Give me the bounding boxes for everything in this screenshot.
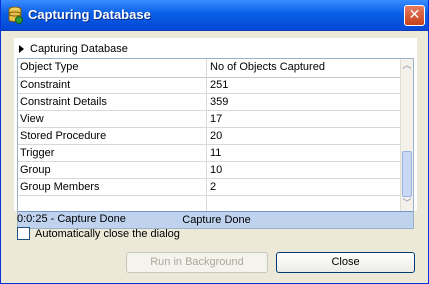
database-icon [7,6,23,24]
objects-captured-cell: 10 [210,164,223,176]
capture-dialog: Capturing Database ✕ Capturing Database … [0,0,429,284]
section-title: Capturing Database [30,43,128,55]
object-type-cell: Group [20,164,51,176]
capture-panel: Capturing Database Object Type No of Obj… [14,38,417,229]
auto-close-label[interactable]: Automatically close the dialog [35,228,180,240]
elapsed-status-text: 0:0:25 - Capture Done [17,213,126,225]
column-header-objects-captured[interactable]: No of Objects Captured [210,61,325,73]
close-button[interactable]: Close [276,252,415,273]
table-header: Object Type No of Objects Captured [18,59,404,78]
object-type-cell: Constraint Details [20,96,107,108]
table-row[interactable]: Group 10 [18,162,404,179]
table-row[interactable]: Trigger 11 [18,145,404,162]
run-in-background-button[interactable]: Run in Background [126,252,268,273]
objects-captured-cell: 359 [210,96,229,108]
window-close-button[interactable]: ✕ [404,5,425,26]
scroll-down-icon[interactable]: ﹀ [401,197,413,211]
object-type-cell: View [20,113,44,125]
table-row[interactable]: Stored Procedure 20 [18,128,404,145]
objects-captured-cell: 251 [210,79,229,91]
objects-captured-cell: 20 [210,130,223,142]
object-type-cell: Stored Procedure [20,130,107,142]
table-body: Constraint 251 Constraint Details 359 Vi… [18,77,404,196]
object-type-cell: Constraint [20,79,71,91]
expand-triangle-icon[interactable] [19,45,24,53]
table-row[interactable]: Group Members 2 [18,179,404,196]
window-title: Capturing Database [28,7,151,22]
table-row[interactable]: View 17 [18,111,404,128]
objects-captured-cell: 2 [210,181,217,193]
auto-close-checkbox[interactable] [17,227,30,240]
column-header-object-type[interactable]: Object Type [20,61,79,73]
section-header[interactable]: Capturing Database [19,42,128,56]
title-bar[interactable]: Capturing Database ✕ [1,0,428,31]
objects-table: Object Type No of Objects Captured Const… [17,58,414,229]
table-vertical-scrollbar[interactable]: ︿ ﹀ [400,59,413,228]
object-type-cell: Group Members [20,181,100,193]
object-type-cell: Trigger [20,147,55,159]
scrollbar-thumb[interactable] [402,151,412,197]
objects-captured-cell: 11 [210,147,222,159]
table-row[interactable]: Constraint 251 [18,77,404,94]
scroll-up-icon[interactable]: ︿ [401,59,413,73]
table-row[interactable]: Constraint Details 359 [18,94,404,111]
auto-close-option[interactable]: Automatically close the dialog [17,227,180,240]
objects-captured-cell: 17 [210,113,223,125]
